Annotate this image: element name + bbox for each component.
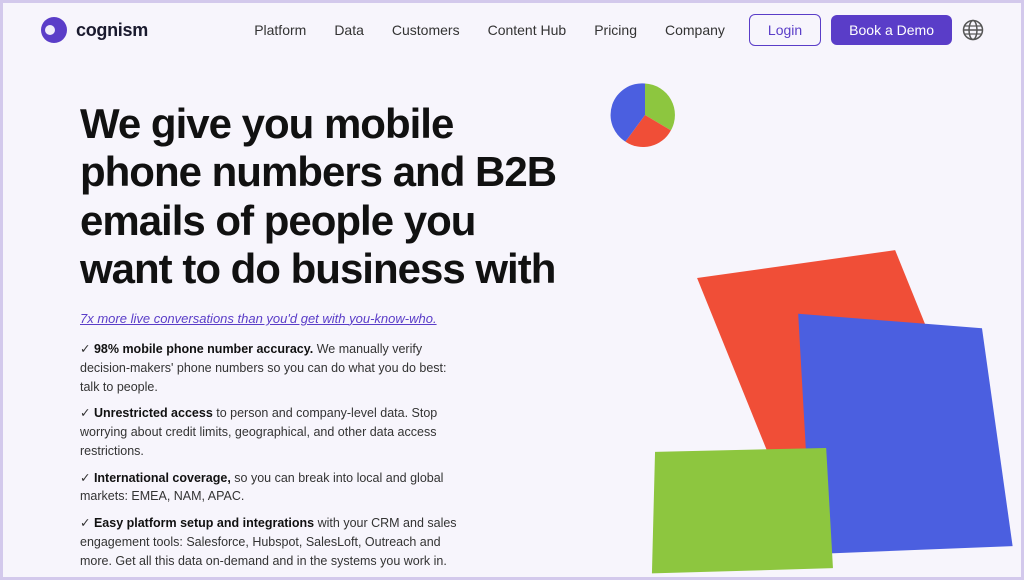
nav-link-platform[interactable]: Platform <box>254 22 306 38</box>
nav-links: Platform Data Customers Content Hub Pric… <box>254 22 725 38</box>
login-button[interactable]: Login <box>749 14 821 46</box>
feature-list: ✓ 98% mobile phone number accuracy. We m… <box>80 340 560 570</box>
hero-subtitle-prefix: 7x more live conversations than you'd ge… <box>80 311 349 326</box>
feature-2-bold: Unrestricted access <box>94 406 213 420</box>
nav-link-data[interactable]: Data <box>334 22 364 38</box>
hero-subtitle-italic: you-know-who. <box>349 311 436 326</box>
logo-icon <box>40 16 68 44</box>
geo-shape-svg <box>634 240 1014 580</box>
logo-text: cognism <box>76 20 148 41</box>
book-demo-button[interactable]: Book a Demo <box>831 15 952 45</box>
feature-item-4: ✓ Easy platform setup and integrations w… <box>80 514 460 570</box>
pie-chart-small <box>610 80 680 150</box>
hero-section: We give you mobile phone numbers and B2B… <box>0 60 1024 580</box>
nav-link-company[interactable]: Company <box>665 22 725 38</box>
nav-link-content-hub[interactable]: Content Hub <box>488 22 567 38</box>
feature-1-bold: 98% mobile phone number accuracy. <box>94 342 313 356</box>
nav-link-customers[interactable]: Customers <box>392 22 460 38</box>
pie-chart-svg <box>610 80 680 150</box>
hero-title: We give you mobile phone numbers and B2B… <box>80 100 560 293</box>
feature-item-2: ✓ Unrestricted access to person and comp… <box>80 404 460 460</box>
geo-shape-large <box>634 240 1014 580</box>
logo[interactable]: cognism <box>40 16 148 44</box>
hero-left: We give you mobile phone numbers and B2B… <box>80 90 560 580</box>
feature-item-3: ✓ International coverage, so you can bre… <box>80 469 460 507</box>
feature-item-1: ✓ 98% mobile phone number accuracy. We m… <box>80 340 460 396</box>
hero-subtitle: 7x more live conversations than you'd ge… <box>80 311 560 326</box>
hero-right <box>560 90 984 580</box>
nav-actions: Login Book a Demo <box>749 14 984 46</box>
feature-3-bold: International coverage, <box>94 471 231 485</box>
navbar: cognism Platform Data Customers Content … <box>0 0 1024 60</box>
globe-icon[interactable] <box>962 19 984 41</box>
feature-4-bold: Easy platform setup and integrations <box>94 516 314 530</box>
nav-link-pricing[interactable]: Pricing <box>594 22 637 38</box>
